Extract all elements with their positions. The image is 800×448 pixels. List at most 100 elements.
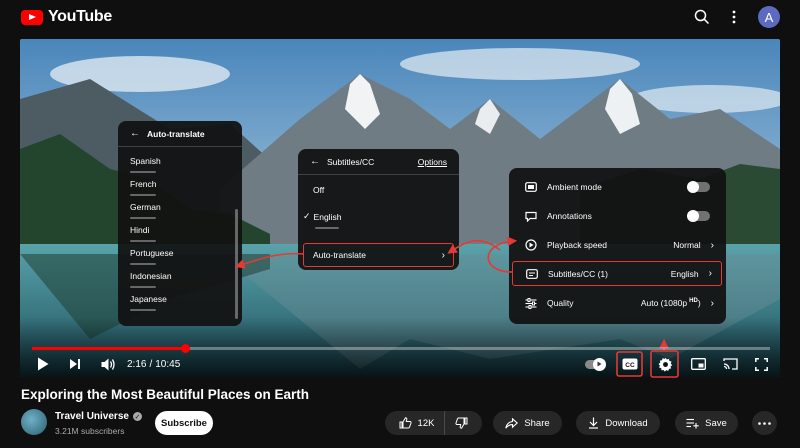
verified-icon: ✓ xyxy=(132,412,142,421)
autoplay-knob xyxy=(593,357,606,371)
video-player[interactable]: ← Auto-translate Spanish French German H… xyxy=(20,39,780,377)
language-item-french[interactable]: French xyxy=(118,176,242,199)
play-icon xyxy=(38,357,49,371)
more-horizontal-icon xyxy=(758,421,771,425)
subtitles-button[interactable]: CC xyxy=(619,354,641,374)
settings-item-annotations[interactable]: Annotations xyxy=(509,202,726,230)
settings-button[interactable] xyxy=(654,354,676,374)
settings-item-value: Auto (1080p xyxy=(640,298,688,308)
subtitle-option-label: Off xyxy=(313,185,325,195)
subtitle-option-english[interactable]: ✓ English xyxy=(298,205,459,235)
chevron-right-icon: › xyxy=(710,297,714,309)
play-button[interactable] xyxy=(34,354,52,374)
more-vertical-icon[interactable] xyxy=(732,10,736,24)
language-hint xyxy=(130,194,156,196)
next-button[interactable] xyxy=(67,354,83,374)
cc-icon xyxy=(526,268,538,279)
language-label: Indonesian xyxy=(130,271,172,281)
logo-text: YouTube xyxy=(48,8,112,25)
settings-item-value-suffix: ) xyxy=(697,298,701,308)
language-item-portuguese[interactable]: Portuguese xyxy=(118,245,242,268)
time-display: 2:16 / 10:45 xyxy=(127,354,180,374)
settings-item-subtitles[interactable]: Subtitles/CC (1) English › xyxy=(512,261,722,286)
autoplay-toggle[interactable] xyxy=(584,354,606,374)
gear-icon xyxy=(658,357,672,372)
language-hint xyxy=(130,263,156,265)
settings-item-playback-speed[interactable]: Playback speed Normal › xyxy=(509,231,726,259)
svg-text:CC: CC xyxy=(625,362,635,369)
mute-button[interactable] xyxy=(99,354,117,374)
progress-bar[interactable] xyxy=(32,344,770,353)
settings-item-value: Normal xyxy=(673,240,701,250)
youtube-logo-icon xyxy=(21,9,43,25)
subtitle-option-off[interactable]: Off xyxy=(298,175,459,205)
top-bar: YouTube A xyxy=(0,0,800,36)
language-item-german[interactable]: German xyxy=(118,199,242,222)
auto-translate-header[interactable]: ← Auto-translate xyxy=(118,121,242,147)
language-hint xyxy=(130,171,156,173)
volume-icon xyxy=(101,358,115,370)
settings-item-label: Ambient mode xyxy=(547,182,602,192)
language-label: Japanese xyxy=(130,294,167,304)
download-icon xyxy=(589,417,599,429)
subtitles-header[interactable]: ← Subtitles/CC Options xyxy=(298,149,459,175)
progress-fill xyxy=(32,347,185,350)
youtube-logo[interactable]: YouTube xyxy=(21,8,112,26)
settings-item-quality[interactable]: Quality Auto (1080p HD ) › xyxy=(509,289,726,317)
share-button[interactable]: Share xyxy=(493,411,562,435)
settings-item-label: Quality xyxy=(547,298,574,308)
miniplayer-button[interactable] xyxy=(687,354,709,374)
autoplay-track xyxy=(585,357,606,371)
channel-name[interactable]: Travel Universe xyxy=(55,411,129,422)
save-button[interactable]: Save xyxy=(675,411,738,435)
back-arrow-icon[interactable]: ← xyxy=(130,128,140,139)
like-button[interactable]: 12K xyxy=(389,411,446,435)
subtitle-option-label: English xyxy=(313,211,342,222)
ambient-mode-toggle[interactable] xyxy=(687,181,710,193)
like-dislike-group: 12K xyxy=(385,411,482,435)
auto-translate-title: Auto-translate xyxy=(147,128,205,139)
language-hint xyxy=(315,227,339,229)
language-item-spanish[interactable]: Spanish xyxy=(118,153,242,176)
fullscreen-button[interactable] xyxy=(751,354,771,374)
chevron-right-icon: › xyxy=(441,249,445,261)
chevron-right-icon: › xyxy=(710,239,714,251)
language-label: German xyxy=(130,202,161,212)
subscribe-button[interactable]: Subscribe xyxy=(155,411,213,435)
settings-item-label: Subtitles/CC (1) xyxy=(548,268,608,279)
autoplay-play-icon xyxy=(597,361,602,367)
subtitles-menu: ← Subtitles/CC Options Off ✓ English Aut… xyxy=(298,149,459,270)
cast-button[interactable] xyxy=(719,354,741,374)
menu-scrollbar[interactable] xyxy=(235,209,238,319)
language-item-japanese[interactable]: Japanese xyxy=(118,291,242,314)
language-label: Portuguese xyxy=(130,248,174,258)
checkmark-icon: ✓ xyxy=(303,211,311,221)
subtitle-option-label: Auto-translate xyxy=(313,250,366,260)
subtitles-title: Subtitles/CC xyxy=(327,156,375,167)
download-button[interactable]: Download xyxy=(576,411,660,435)
back-arrow-icon[interactable]: ← xyxy=(310,156,320,167)
search-icon[interactable] xyxy=(694,9,710,25)
progress-knob[interactable] xyxy=(180,344,190,353)
next-icon xyxy=(70,359,80,369)
subtitle-option-auto-translate[interactable]: Auto-translate › xyxy=(303,243,454,267)
subscriber-count: 3.21M subscribers xyxy=(55,426,125,436)
subtitles-options-link[interactable]: Options xyxy=(418,157,447,167)
language-label: French xyxy=(130,179,157,189)
language-item-hindi[interactable]: Hindi xyxy=(118,222,242,245)
cc-icon: CC xyxy=(622,358,638,370)
channel-name-row[interactable]: Travel Universe ✓ xyxy=(55,411,142,422)
settings-item-ambient-mode[interactable]: Ambient mode xyxy=(509,173,726,201)
more-actions-button[interactable] xyxy=(752,411,777,435)
download-label: Download xyxy=(605,417,648,429)
language-item-indonesian[interactable]: Indonesian xyxy=(118,268,242,291)
annotations-icon xyxy=(525,211,537,222)
save-playlist-icon xyxy=(686,418,699,428)
language-label: Hindi xyxy=(130,225,150,235)
language-hint xyxy=(130,217,156,219)
dislike-button[interactable] xyxy=(445,411,478,435)
channel-avatar[interactable] xyxy=(21,409,47,435)
annotations-toggle[interactable] xyxy=(687,210,710,222)
speed-icon xyxy=(525,239,537,251)
account-avatar[interactable]: A xyxy=(758,6,780,28)
